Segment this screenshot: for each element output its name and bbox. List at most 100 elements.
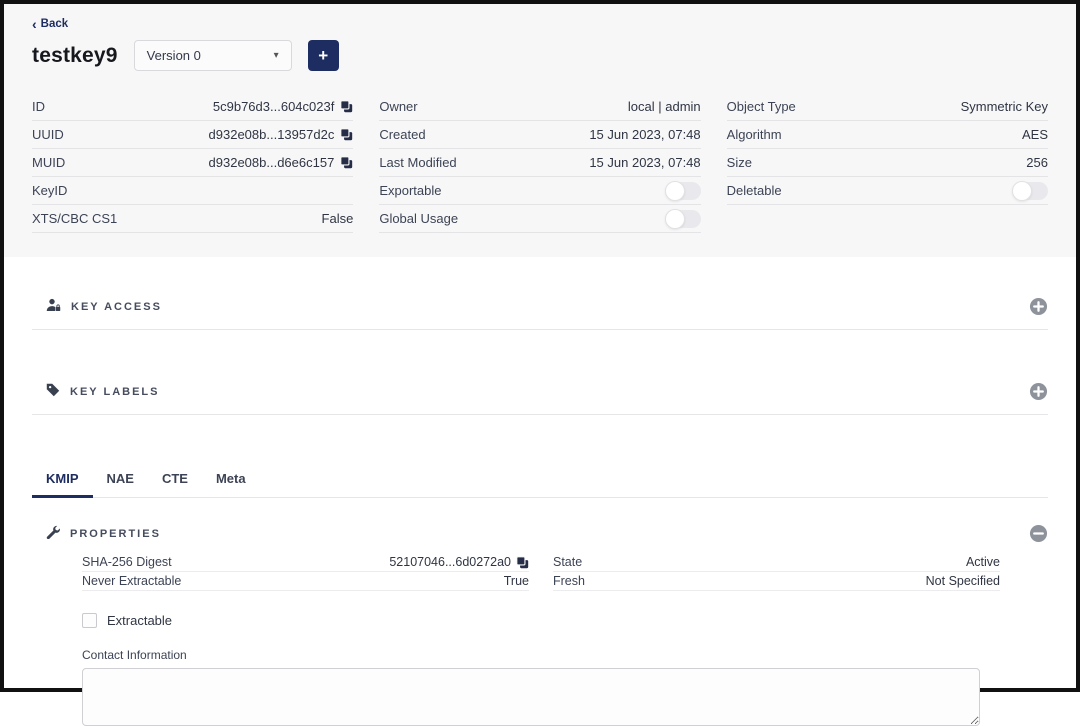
detail-row-created: Created 15 Jun 2023, 07:48 — [379, 121, 700, 149]
kmip-properties-left: SHA-256 Digest52107046...6d0272a0Never E… — [82, 553, 529, 591]
detail-label: Global Usage — [379, 211, 458, 226]
detail-label: ID — [32, 99, 45, 114]
back-label: Back — [41, 18, 69, 30]
detail-value: AES — [1022, 127, 1048, 142]
detail-label: Size — [727, 155, 752, 170]
tab-nae[interactable]: NAE — [93, 463, 148, 498]
detail-label: Deletable — [727, 183, 782, 198]
add-key-access-button[interactable] — [1029, 297, 1048, 316]
collapse-properties-button[interactable] — [1029, 524, 1048, 543]
detail-label: State — [553, 555, 582, 569]
details-column-2: Owner local | admin Created 15 Jun 2023, 07… — [379, 93, 700, 233]
detail-value: True — [504, 574, 529, 588]
details-column-3: Object Type Symmetric Key Algorithm AES Size… — [727, 93, 1048, 233]
key-access-title: KEY ACCESS — [46, 298, 162, 315]
key-details-grid: ID 5c9b76d3...604c023f UUID d932e08b...1395… — [32, 93, 1048, 233]
detail-row-object-type: Object Type Symmetric Key — [727, 93, 1048, 121]
title-row: testkey9 Version 0 ▾ + — [32, 40, 1048, 71]
detail-row-algorithm: Algorithm AES — [727, 121, 1048, 149]
copy-icon[interactable] — [516, 556, 529, 569]
properties-title: PROPERTIES — [46, 525, 161, 542]
detail-label: KeyID — [32, 183, 67, 198]
detail-value: Symmetric Key — [961, 99, 1048, 114]
detail-value: d932e08b...d6e6c157 — [209, 155, 335, 170]
version-dropdown[interactable]: Version 0 ▾ — [134, 40, 292, 71]
detail-row-owner: Owner local | admin — [379, 93, 700, 121]
wrench-icon — [46, 525, 60, 542]
detail-value: d932e08b...13957d2c — [209, 127, 335, 142]
detail-value: 256 — [1026, 155, 1048, 170]
detail-row-last-modified: Last Modified 15 Jun 2023, 07:48 — [379, 149, 700, 177]
key-labels-section: KEY LABELS — [32, 382, 1048, 415]
detail-label: Algorithm — [727, 127, 782, 142]
detail-label: MUID — [32, 155, 65, 170]
tag-icon — [46, 383, 60, 400]
extractable-label: Extractable — [107, 613, 172, 628]
key-detail-body: KEY ACCESS KEY LABELS KMIPNAECTEMeta — [4, 297, 1076, 726]
detail-row-sha-256-digest: SHA-256 Digest52107046...6d0272a0 — [82, 553, 529, 572]
add-version-button[interactable]: + — [308, 40, 339, 71]
page-title: testkey9 — [32, 44, 118, 68]
user-lock-icon — [46, 298, 61, 315]
detail-value: Not Specified — [926, 574, 1000, 588]
details-column-1: ID 5c9b76d3...604c023f UUID d932e08b...1395… — [32, 93, 353, 233]
detail-label: Object Type — [727, 99, 796, 114]
properties-section: PROPERTIES — [32, 524, 1048, 543]
detail-value: 15 Jun 2023, 07:48 — [589, 155, 700, 170]
detail-label: SHA-256 Digest — [82, 555, 172, 569]
detail-value: False — [322, 211, 354, 226]
chevron-left-icon: ‹ — [32, 19, 37, 29]
extractable-checkbox[interactable] — [82, 613, 97, 628]
detail-value: 15 Jun 2023, 07:48 — [589, 127, 700, 142]
detail-value: Active — [966, 555, 1000, 569]
version-dropdown-value: Version 0 — [147, 48, 201, 63]
detail-row-fresh: Fresh Not Specified — [553, 572, 1000, 591]
detail-label: Owner — [379, 99, 417, 114]
kmip-properties: SHA-256 Digest52107046...6d0272a0Never E… — [82, 553, 1000, 591]
detail-row-state: State Active — [553, 553, 1000, 572]
detail-row-exportable: Exportable — [379, 177, 700, 205]
tab-cte[interactable]: CTE — [148, 463, 202, 498]
extractable-row: Extractable — [82, 613, 1048, 628]
detail-row-id: ID 5c9b76d3...604c023f — [32, 93, 353, 121]
tab-kmip[interactable]: KMIP — [32, 463, 93, 498]
back-link[interactable]: ‹ Back — [32, 18, 68, 30]
contact-information-textarea[interactable] — [82, 668, 980, 726]
copy-icon[interactable] — [340, 128, 353, 141]
detail-row-deletable: Deletable — [727, 177, 1048, 205]
detail-label: XTS/CBC CS1 — [32, 211, 117, 226]
detail-label: Never Extractable — [82, 574, 181, 588]
detail-row-never-extractable: Never Extractable True — [82, 572, 529, 591]
chevron-down-icon: ▾ — [274, 50, 279, 61]
detail-label: Last Modified — [379, 155, 456, 170]
key-detail-page: ‹ Back testkey9 Version 0 ▾ + ID 5c9b76d3… — [4, 4, 1076, 726]
key-detail-tabs: KMIPNAECTEMeta — [32, 463, 1048, 498]
add-key-label-button[interactable] — [1029, 382, 1048, 401]
global-usage-toggle[interactable] — [665, 210, 701, 228]
detail-label: UUID — [32, 127, 64, 142]
detail-value: 5c9b76d3...604c023f — [213, 99, 334, 114]
detail-row-global-usage: Global Usage — [379, 205, 700, 233]
deletable-toggle[interactable] — [1012, 182, 1048, 200]
copy-icon[interactable] — [340, 100, 353, 113]
detail-row-keyid: KeyID — [32, 177, 353, 205]
toggle-knob — [665, 209, 685, 229]
detail-label: Fresh — [553, 574, 585, 588]
toggle-knob — [1012, 181, 1032, 201]
key-summary-header: ‹ Back testkey9 Version 0 ▾ + ID 5c9b76d3… — [4, 4, 1076, 257]
tab-meta[interactable]: Meta — [202, 463, 260, 498]
toggle-knob — [665, 181, 685, 201]
detail-label: Exportable — [379, 183, 441, 198]
copy-icon[interactable] — [340, 156, 353, 169]
detail-row-muid: MUID d932e08b...d6e6c157 — [32, 149, 353, 177]
kmip-properties-right: State Active Fresh Not Specified — [553, 553, 1000, 591]
exportable-toggle[interactable] — [665, 182, 701, 200]
contact-information-label: Contact Information — [82, 648, 1048, 662]
detail-row-size: Size 256 — [727, 149, 1048, 177]
detail-row-xts-cbc-cs1: XTS/CBC CS1 False — [32, 205, 353, 233]
detail-label: Created — [379, 127, 425, 142]
key-access-section: KEY ACCESS — [32, 297, 1048, 330]
detail-row-uuid: UUID d932e08b...13957d2c — [32, 121, 353, 149]
key-labels-title: KEY LABELS — [46, 383, 159, 400]
detail-value: local | admin — [628, 99, 701, 114]
